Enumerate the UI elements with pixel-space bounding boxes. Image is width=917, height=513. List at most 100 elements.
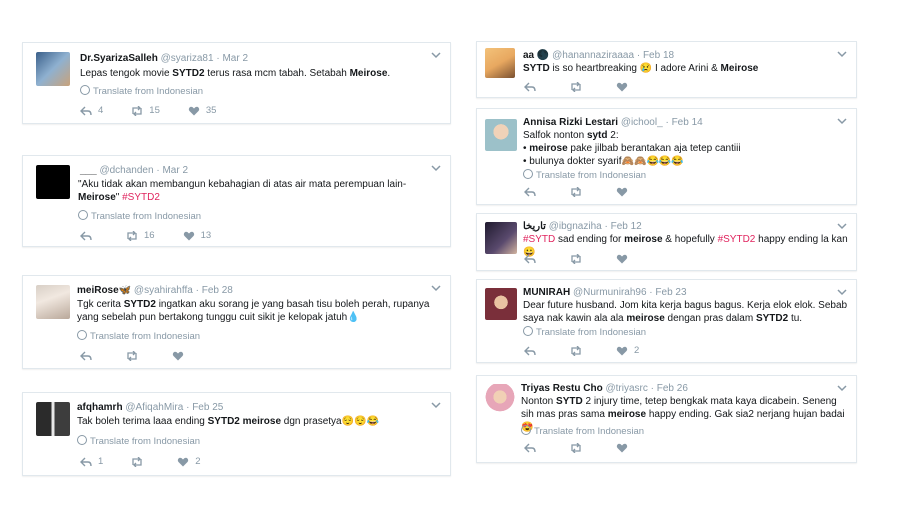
chevron-down-icon[interactable]	[836, 220, 848, 232]
tweet-card[interactable]: تاريخا @ibgnaziha · Feb 12 #SYTD sad end…	[476, 213, 857, 271]
retweet-button[interactable]	[570, 345, 588, 356]
tweet-card[interactable]: Dr.SyarizaSalleh @syariza81 · Mar 2 Lepa…	[22, 42, 451, 124]
tweet-header: Dr.SyarizaSalleh @syariza81 · Mar 2	[80, 53, 248, 64]
avatar[interactable]	[36, 402, 70, 436]
like-button[interactable]	[616, 82, 634, 92]
retweet-button[interactable]: 15	[131, 105, 160, 116]
tweet-header: meiRose🦋 @syahirahffa · Feb 28	[77, 285, 233, 296]
display-name[interactable]: ___	[80, 165, 97, 176]
tweet-actions	[524, 443, 662, 453]
translate-link[interactable]: Translate from Indonesian	[80, 85, 203, 97]
display-name[interactable]: aa 🌑	[523, 50, 549, 61]
timestamp[interactable]: Feb 14	[672, 117, 703, 128]
handle[interactable]: @triyasrc	[605, 383, 647, 394]
timestamp[interactable]: Feb 23	[655, 287, 686, 298]
chevron-down-icon[interactable]	[836, 48, 848, 60]
chevron-down-icon[interactable]	[430, 282, 442, 294]
separator: ·	[650, 383, 654, 394]
avatar[interactable]	[485, 222, 517, 254]
like-button[interactable]	[616, 187, 634, 197]
reply-button[interactable]	[524, 254, 542, 264]
display-name[interactable]: MUNIRAH	[523, 287, 570, 298]
translate-link[interactable]: Translate from Indonesian	[77, 330, 200, 342]
like-button[interactable]	[616, 254, 634, 264]
timestamp[interactable]: Mar 2	[162, 165, 188, 176]
avatar[interactable]	[36, 165, 70, 199]
like-button[interactable]: 2	[616, 345, 639, 356]
tweet-card[interactable]: aa 🌑 @hanannaziraaaa · Feb 18 SYTD is so…	[476, 41, 857, 98]
translate-link[interactable]: Translate from Indonesian	[78, 210, 201, 222]
retweet-icon	[132, 105, 142, 116]
reply-button[interactable]: 4	[80, 105, 103, 116]
reply-icon	[80, 106, 92, 115]
display-name[interactable]: Annisa Rizki Lestari	[523, 117, 618, 128]
handle[interactable]: @dchanden	[99, 165, 153, 176]
retweet-icon	[571, 345, 581, 356]
reply-button[interactable]	[524, 82, 542, 92]
chevron-down-icon[interactable]	[430, 399, 442, 411]
like-button[interactable]	[172, 351, 190, 361]
retweet-button[interactable]	[570, 82, 588, 92]
translate-link[interactable]: Translate from Indonesian	[77, 435, 200, 447]
tweet-card[interactable]: MUNIRAH @Nurmunirah96 · Feb 23 Dear futu…	[476, 279, 857, 363]
display-name[interactable]: meiRose🦋	[77, 285, 131, 296]
timestamp[interactable]: Mar 2	[222, 53, 248, 64]
display-name[interactable]: Triyas Restu Cho	[521, 383, 603, 394]
display-name[interactable]: Dr.SyarizaSalleh	[80, 53, 158, 64]
chevron-down-icon[interactable]	[836, 115, 848, 127]
timestamp[interactable]: Feb 18	[643, 50, 674, 61]
reply-button[interactable]	[80, 231, 98, 241]
chevron-down-icon[interactable]	[836, 382, 848, 394]
retweet-button[interactable]	[570, 254, 588, 264]
reply-icon	[524, 346, 536, 355]
timestamp[interactable]: Feb 26	[657, 383, 688, 394]
translate-link[interactable]: Translate from Indonesian	[521, 425, 644, 437]
like-button[interactable]: 13	[183, 230, 211, 241]
separator: ·	[604, 221, 608, 232]
chevron-down-icon[interactable]	[836, 286, 848, 298]
display-name[interactable]: afqhamrh	[77, 402, 123, 413]
reply-button[interactable]: 1	[80, 456, 103, 467]
retweet-button[interactable]	[570, 187, 588, 197]
like-button[interactable]: 35	[188, 105, 216, 116]
avatar[interactable]	[485, 119, 517, 151]
retweet-button[interactable]	[131, 456, 149, 467]
tweet-card[interactable]: ___ @dchanden · Mar 2 "Aku tidak akan me…	[22, 155, 451, 247]
reply-button[interactable]	[524, 443, 542, 453]
reply-button[interactable]	[524, 187, 542, 197]
handle[interactable]: @syariza81	[161, 53, 214, 64]
timestamp[interactable]: Feb 12	[611, 221, 642, 232]
like-button[interactable]	[616, 443, 634, 453]
avatar[interactable]	[485, 288, 517, 320]
translate-link[interactable]: Translate from Indonesian	[523, 169, 646, 181]
handle[interactable]: @ibgnaziha	[549, 221, 602, 232]
reply-button[interactable]	[80, 351, 98, 361]
like-button[interactable]: 2	[177, 456, 201, 467]
retweet-button[interactable]	[126, 351, 144, 361]
timestamp[interactable]: Feb 25	[192, 402, 223, 413]
tweet-card[interactable]: Triyas Restu Cho @triyasrc · Feb 26 Nont…	[476, 375, 857, 463]
retweet-button[interactable]	[570, 443, 588, 453]
tweet-actions: 16 13	[80, 230, 239, 241]
chevron-down-icon[interactable]	[430, 49, 442, 61]
retweet-icon	[127, 351, 137, 361]
tweet-card[interactable]: meiRose🦋 @syahirahffa · Feb 28 Tgk cerit…	[22, 275, 451, 369]
timestamp[interactable]: Feb 28	[202, 285, 233, 296]
reply-button[interactable]	[524, 346, 542, 356]
handle[interactable]: @Nurmunirah96	[573, 287, 647, 298]
tweet-text: "Aku tidak akan membangun kebahagian di …	[78, 179, 407, 203]
avatar[interactable]	[485, 48, 515, 78]
display-name[interactable]: تاريخا	[523, 221, 546, 232]
tweet-card[interactable]: afqhamrh @AfiqahMira · Feb 25 Tak boleh …	[22, 392, 451, 476]
avatar[interactable]	[485, 384, 515, 418]
handle[interactable]: @hanannaziraaaa	[552, 50, 634, 61]
avatar[interactable]	[36, 285, 70, 319]
handle[interactable]: @AfiqahMira	[125, 402, 183, 413]
handle[interactable]: @syahirahffa	[134, 285, 193, 296]
avatar[interactable]	[36, 52, 70, 86]
retweet-button[interactable]: 16	[126, 230, 155, 241]
translate-link[interactable]: Translate from Indonesian	[523, 326, 646, 338]
chevron-down-icon[interactable]	[430, 162, 442, 174]
handle[interactable]: @ichool_	[621, 117, 663, 128]
tweet-card[interactable]: Annisa Rizki Lestari @ichool_ · Feb 14 S…	[476, 108, 857, 205]
